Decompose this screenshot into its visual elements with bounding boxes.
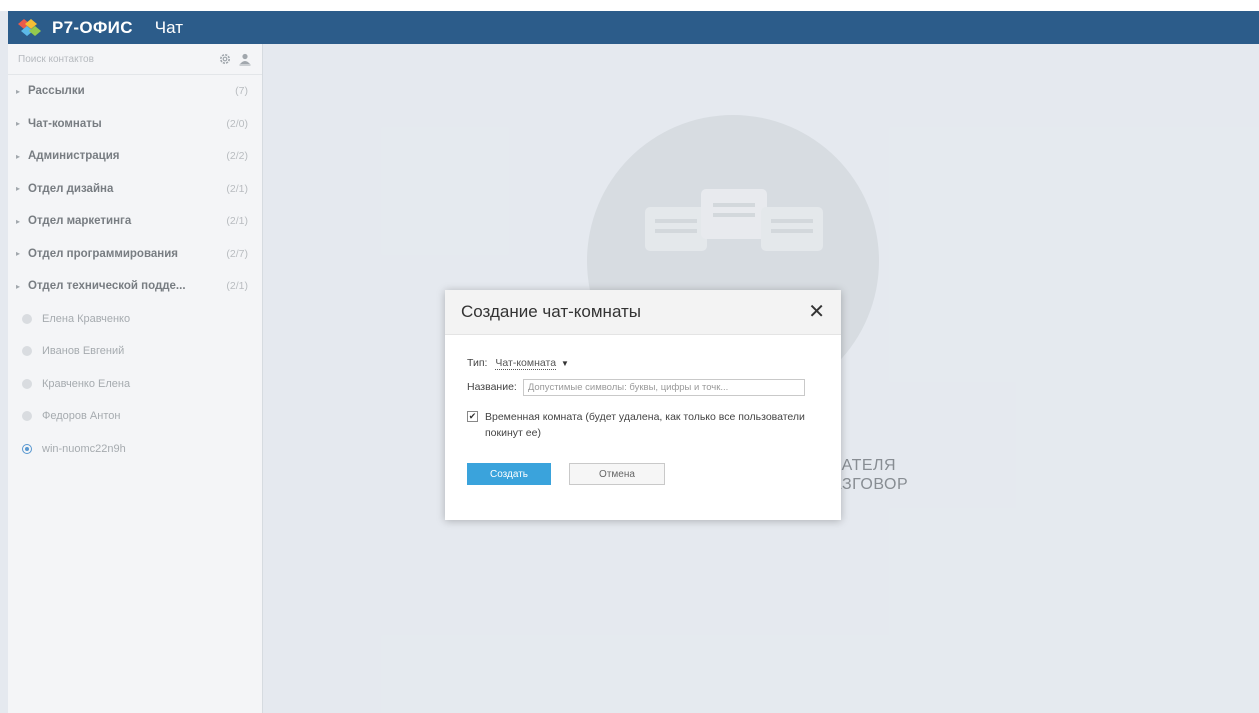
chevron-down-icon[interactable]: ▼ [561,359,569,368]
name-row: Название: [467,377,819,397]
type-row: Тип: Чат-комната ▼ [467,353,819,373]
cancel-button[interactable]: Отмена [569,463,665,485]
dialog-buttons: Создать Отмена [467,463,819,485]
temporary-room-label: Временная комната (будет удалена, как то… [485,411,805,439]
create-button[interactable]: Создать [467,463,551,485]
create-chat-room-dialog: Создание чат-комнаты ✕ Тип: Чат-комната … [445,290,841,520]
temporary-room-row: ✔ Временная комната (будет удалена, как … [467,409,819,441]
close-icon[interactable]: ✕ [808,302,825,322]
room-name-input[interactable] [522,378,805,396]
room-type-select[interactable]: Чат-комната [495,357,557,370]
type-label: Тип: [467,357,488,369]
temporary-room-checkbox[interactable]: ✔ [467,411,478,422]
dialog-header: Создание чат-комнаты ✕ [445,290,841,335]
name-label: Название: [467,381,517,393]
dialog-title: Создание чат-комнаты [461,302,642,321]
dialog-body: Тип: Чат-комната ▼ Название: ✔ Временная… [445,335,841,485]
